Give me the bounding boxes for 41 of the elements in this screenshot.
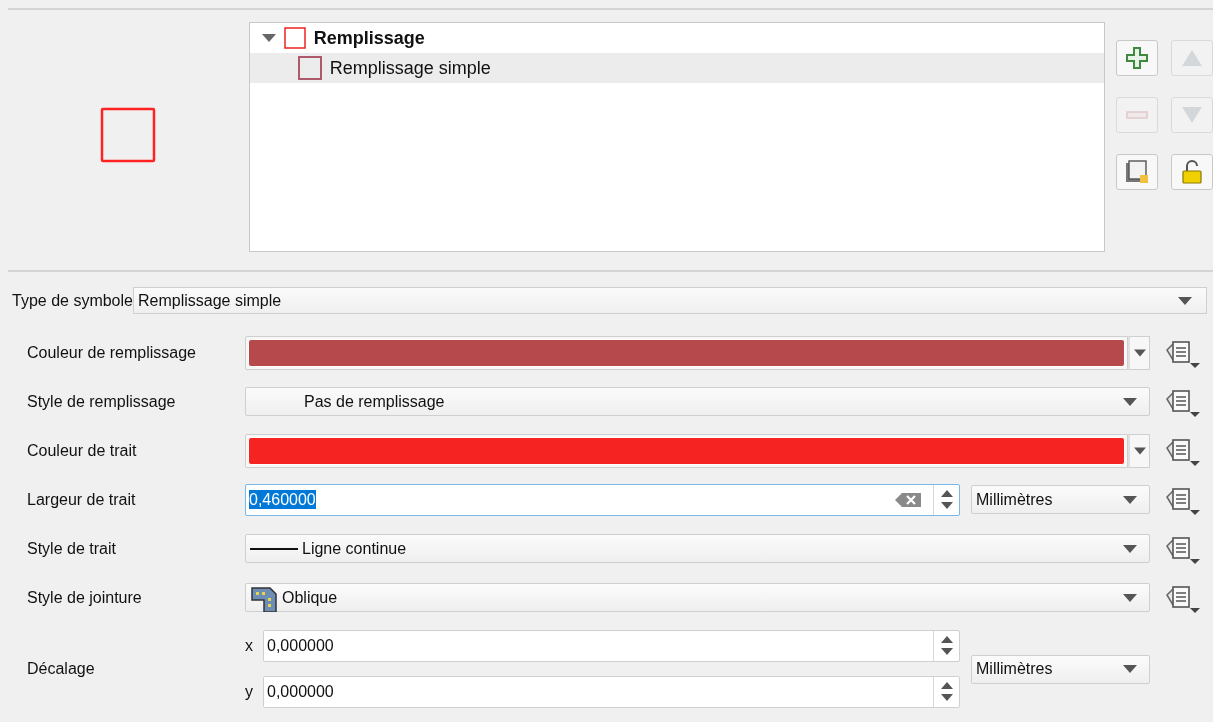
- symbol-type-dropdown[interactable]: Remplissage simple: [132, 287, 1207, 314]
- lock-icon: [1180, 160, 1204, 184]
- dropdown[interactable]: Ligne continue: [245, 534, 1150, 563]
- unit-dropdown[interactable]: Millimètres: [971, 654, 1150, 684]
- caret-icon: [1178, 296, 1192, 305]
- number-field[interactable]: 0,000000: [263, 630, 960, 662]
- dropdown-button[interactable]: [1128, 335, 1150, 370]
- caret-icon: [1133, 348, 1146, 357]
- axis-label: x: [245, 637, 254, 655]
- axis-label: y: [245, 683, 254, 701]
- field-label: Type de symbole: [12, 291, 133, 310]
- caret-icon: [1133, 446, 1146, 455]
- field-label: Décalage: [27, 660, 96, 678]
- layer-tree-item[interactable]: Remplissage: [249, 23, 1104, 53]
- symbol-preview-icon: [100, 107, 157, 163]
- layers-icon: [1125, 160, 1149, 184]
- fill-symbol-icon: [297, 56, 322, 80]
- unit-dropdown[interactable]: Millimètres: [971, 485, 1150, 514]
- toolbar-button[interactable]: [1116, 40, 1158, 76]
- number-field[interactable]: 0,460000: [245, 483, 960, 516]
- field-label: Couleur de remplissage: [27, 343, 197, 362]
- field-label: Style de trait: [27, 539, 117, 558]
- caret-icon: [1123, 397, 1137, 406]
- fill-symbol-icon: [283, 27, 306, 49]
- field-label: Couleur de trait: [27, 441, 138, 460]
- caret-icon: [1123, 544, 1137, 553]
- dropdown[interactable]: Oblique: [245, 583, 1150, 612]
- caret-icon: [1123, 665, 1137, 673]
- field-label: Style de remplissage: [27, 392, 177, 411]
- field-label: Largeur de trait: [27, 490, 137, 509]
- number-field[interactable]: 0,000000: [263, 676, 960, 708]
- dropdown-button[interactable]: [1128, 433, 1150, 468]
- clear-icon: [895, 490, 921, 509]
- toolbar-button[interactable]: [1171, 154, 1213, 190]
- caret-icon: [1123, 495, 1137, 504]
- field-label: Style de jointure: [27, 588, 143, 607]
- dropdown[interactable]: Pas de remplissage: [245, 387, 1150, 416]
- caret-icon: [1123, 593, 1137, 602]
- toolbar-button[interactable]: [1116, 154, 1158, 190]
- plus-icon: [1125, 46, 1149, 70]
- layer-tree-item[interactable]: Remplissage simple: [249, 53, 1104, 83]
